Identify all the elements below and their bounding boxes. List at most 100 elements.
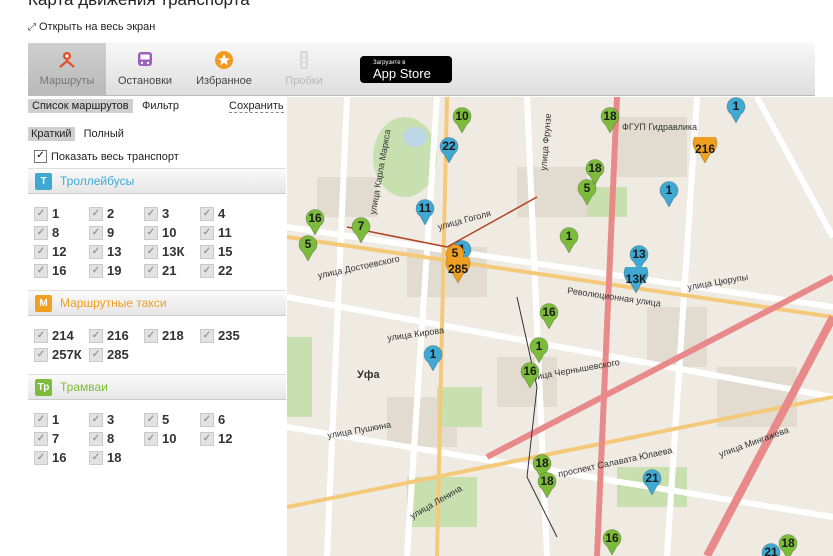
route-number: 11	[218, 225, 232, 240]
category-tram[interactable]: Тр Трамваи	[28, 374, 286, 400]
vehicle-marker-trolley[interactable]: 1	[659, 181, 679, 207]
route-checkbox[interactable]: ✓ 9	[89, 225, 145, 240]
vehicle-marker-tram[interactable]: 18	[778, 534, 798, 556]
route-number: 3	[162, 206, 170, 221]
route-checkbox[interactable]: ✓ 3	[89, 412, 145, 427]
route-number: 2	[107, 206, 115, 221]
route-checkbox[interactable]: ✓ 21	[144, 263, 200, 278]
route-number: 218	[162, 328, 184, 343]
route-checkbox[interactable]: ✓ 13	[89, 244, 145, 259]
vehicle-marker-tram[interactable]: 5	[298, 235, 318, 261]
vehicle-marker-trolley[interactable]: 21	[642, 469, 662, 495]
tab-filter[interactable]: Фильтр	[142, 100, 179, 112]
route-checkbox[interactable]: ✓ 3	[144, 206, 200, 221]
category-minibus[interactable]: М Маршрутные такси	[28, 290, 286, 316]
stops-tab[interactable]: Остановки	[106, 43, 184, 95]
show-all-transport[interactable]: ✓ Показать весь транспорт	[34, 150, 179, 163]
route-checkbox[interactable]: ✓ 4	[200, 206, 256, 221]
category-trolleybus[interactable]: Т Троллейбусы	[28, 168, 286, 194]
routes-icon	[59, 52, 75, 68]
favorites-tab[interactable]: Избранное	[185, 43, 263, 95]
vehicle-marker-tram[interactable]: 1	[529, 337, 549, 363]
route-checkbox[interactable]: ✓ 1	[34, 206, 90, 221]
route-number: 12	[52, 244, 67, 259]
route-checkbox[interactable]: ✓ 2	[89, 206, 145, 221]
route-checkbox[interactable]: ✓ 8	[89, 431, 145, 446]
show-all-label: Показать весь транспорт	[51, 150, 179, 163]
route-checkbox[interactable]: ✓ 10	[144, 431, 200, 446]
star-icon	[215, 51, 233, 69]
mode-short[interactable]: Краткий	[28, 127, 75, 141]
vehicle-marker-tram[interactable]: 10	[452, 107, 472, 133]
vehicle-marker-tram[interactable]: 16	[520, 362, 540, 388]
appstore-button[interactable]: Загрузите в App Store	[360, 56, 452, 83]
fullscreen-link[interactable]: ⤢ Открыть на весь экран	[28, 21, 155, 33]
vehicle-marker-tram[interactable]: 1	[559, 227, 579, 253]
route-checkbox[interactable]: ✓ 257К	[34, 347, 90, 362]
tab-route-list[interactable]: Список маршрутов	[28, 99, 133, 113]
route-checkbox[interactable]: ✓ 19	[89, 263, 145, 278]
route-number: 285	[107, 347, 129, 362]
route-checkbox[interactable]: ✓ 235	[200, 328, 256, 343]
show-all-checkbox[interactable]: ✓	[34, 150, 47, 163]
route-checkbox[interactable]: ✓ 7	[34, 431, 90, 446]
vehicle-marker-trolley[interactable]: 1	[726, 97, 746, 123]
stops-label: Остановки	[117, 75, 173, 87]
route-checkbox[interactable]: ✓ 11	[200, 225, 256, 240]
route-number: 5	[162, 412, 170, 427]
route-checkbox[interactable]: ✓ 16	[34, 450, 90, 465]
route-checkbox[interactable]: ✓ 1	[34, 412, 90, 427]
route-number: 8	[52, 225, 60, 240]
route-number: 16	[52, 263, 67, 278]
vehicle-marker-taxi[interactable]: 285	[445, 257, 471, 283]
route-number: 10	[162, 431, 177, 446]
route-checkbox[interactable]: ✓ 12	[200, 431, 256, 446]
route-checkbox[interactable]: ✓ 10	[144, 225, 200, 240]
route-checkbox[interactable]: ✓ 16	[34, 263, 90, 278]
map-poi-label: ФГУП Гидравлика	[622, 122, 698, 132]
route-checkbox[interactable]: ✓ 285	[89, 347, 145, 362]
fullscreen-label: Открыть на весь экран	[39, 21, 156, 33]
route-number: 235	[218, 328, 240, 343]
route-number: 10	[162, 225, 177, 240]
route-number: 1	[52, 206, 60, 221]
route-checkbox[interactable]: ✓ 18	[89, 450, 145, 465]
vehicle-marker-taxi[interactable]: 216	[692, 137, 718, 163]
route-checkbox[interactable]: ✓ 12	[34, 244, 90, 259]
vehicle-marker-tram[interactable]: 5	[577, 179, 597, 205]
route-number: 12	[218, 431, 233, 446]
vehicle-marker-tram[interactable]: 16	[602, 529, 622, 555]
vehicle-marker-trolley[interactable]: 21	[761, 543, 781, 556]
route-checkbox[interactable]: ✓ 8	[34, 225, 90, 240]
route-checkbox[interactable]: ✓ 13К	[144, 244, 200, 259]
vehicle-marker-trolley[interactable]: 13К	[623, 267, 649, 293]
category-name: Маршрутные такси	[60, 296, 167, 310]
vehicle-marker-trolley[interactable]: 22	[439, 137, 459, 163]
vehicle-marker-tram[interactable]: 7	[351, 217, 371, 243]
bus-stop-icon	[138, 52, 152, 66]
route-checkbox[interactable]: ✓ 22	[200, 263, 256, 278]
vehicle-marker-tram[interactable]: 16	[539, 303, 559, 329]
mode-full[interactable]: Полный	[84, 128, 124, 140]
traffic-tab[interactable]: Пробки	[265, 43, 343, 95]
vehicle-marker-trolley[interactable]: 1	[423, 345, 443, 371]
route-checkbox[interactable]: ✓ 214	[34, 328, 90, 343]
route-number: 16	[52, 450, 67, 465]
route-checkbox[interactable]: ✓ 218	[144, 328, 200, 343]
route-number: 216	[107, 328, 129, 343]
vehicle-marker-tram[interactable]: 18	[600, 107, 620, 133]
route-checkbox[interactable]: ✓ 15	[200, 244, 256, 259]
category-name: Троллейбусы	[60, 174, 135, 188]
save-button[interactable]: Сохранить	[229, 100, 284, 113]
route-checkbox[interactable]: ✓ 6	[200, 412, 256, 427]
routes-tab[interactable]: Маршруты	[28, 43, 106, 95]
route-number: 214	[52, 328, 74, 343]
route-checkbox[interactable]: ✓ 216	[89, 328, 145, 343]
route-number: 18	[107, 450, 122, 465]
vehicle-marker-trolley[interactable]: 11	[415, 199, 435, 225]
transport-map[interactable]: Уфа ФГУП Гидравлика улица Достоевского у…	[287, 97, 833, 556]
routes-label: Маршруты	[39, 75, 95, 87]
vehicle-marker-tram[interactable]: 18	[537, 472, 557, 498]
vehicle-marker-tram[interactable]: 16	[305, 209, 325, 235]
route-checkbox[interactable]: ✓ 5	[144, 412, 200, 427]
